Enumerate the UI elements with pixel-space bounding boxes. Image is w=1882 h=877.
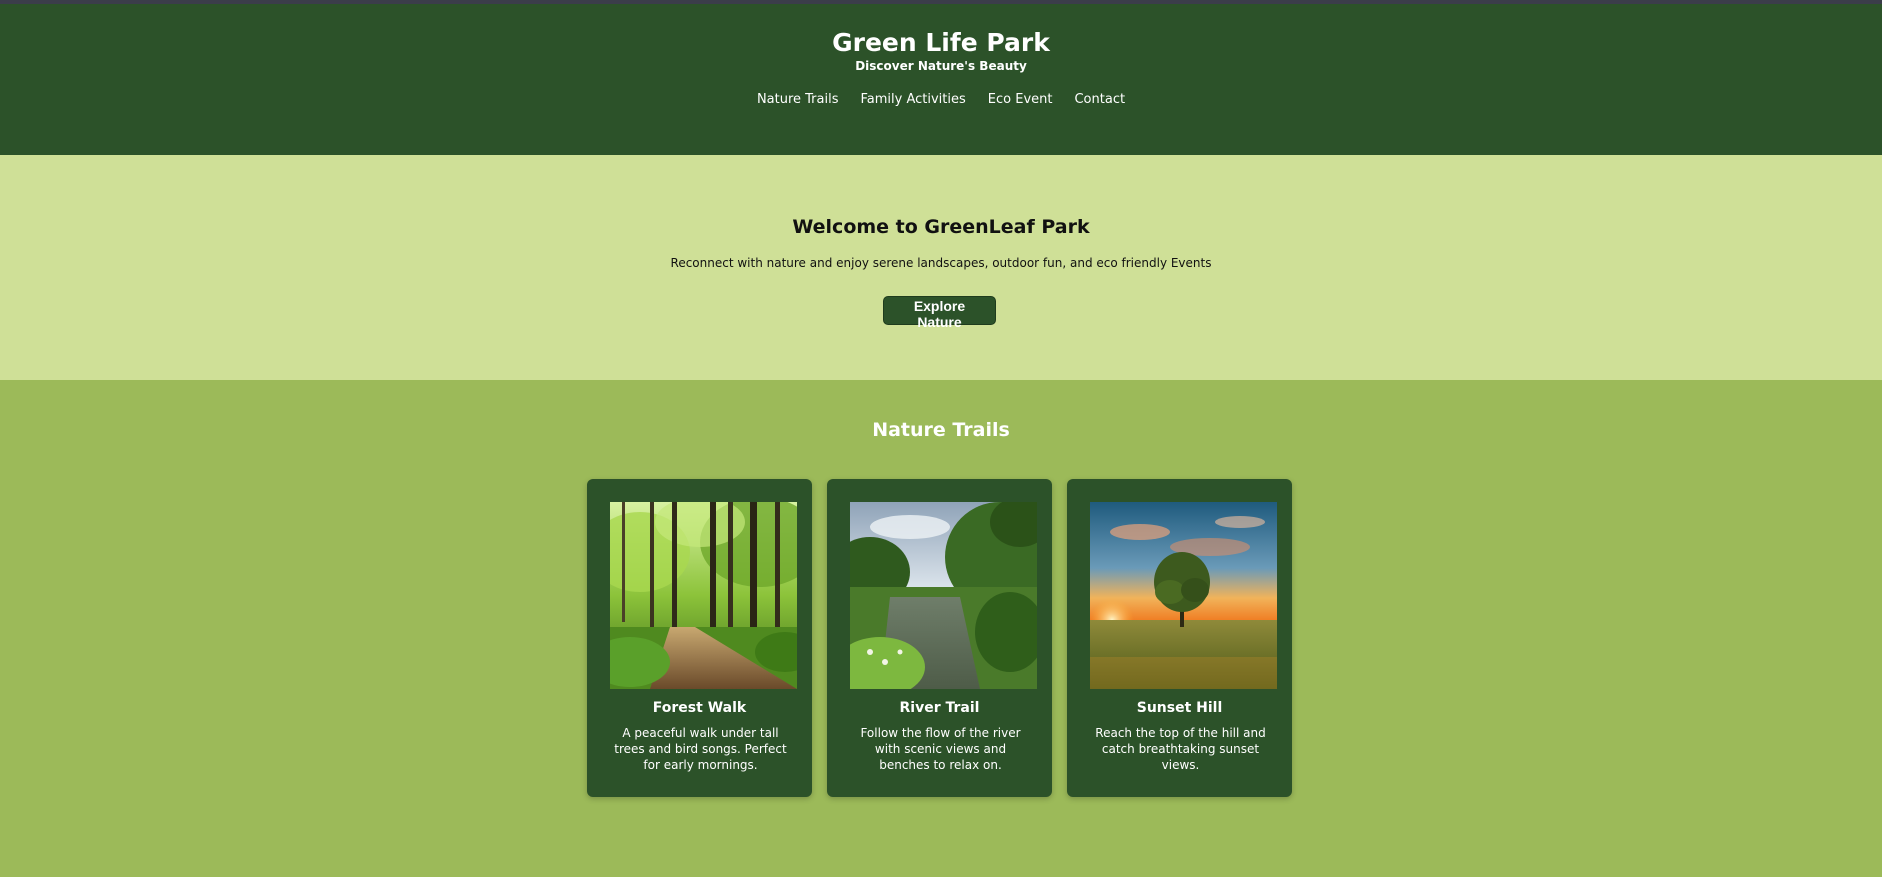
hero-text: Reconnect with nature and enjoy serene l… [670,256,1212,270]
card-title: Forest Walk [652,700,747,716]
trail-card-river-trail: River Trail Follow the flow of the river… [827,479,1052,797]
card-text: Follow the flow of the river with scenic… [860,726,1021,772]
site-title: Green Life Park [832,28,1050,57]
hero-section: Welcome to GreenLeaf Park Reconnect with… [0,155,1882,380]
nature-trails-section: Nature Trails Forest Walk A peaceful wal… [0,380,1882,877]
site-subtitle: Discover Nature's Beauty [855,59,1027,73]
trail-card-sunset-hill: Sunset Hill Reach the top of the hill an… [1067,479,1292,797]
site-header: Green Life Park Discover Nature's Beauty… [0,4,1882,155]
sunset-tree-photo [1090,502,1277,689]
hero-title: Welcome to GreenLeaf Park [792,216,1090,238]
explore-nature-button[interactable]: Explore Nature [883,296,996,330]
nav-link-nature-trails[interactable]: Nature Trails [757,92,839,108]
card-title: River Trail [899,700,980,716]
trail-card-forest-walk: Forest Walk A peaceful walk under tall t… [587,479,812,797]
river-photo [850,502,1037,689]
trails-title: Nature Trails [872,419,1010,441]
card-text: Reach the top of the hill and catch brea… [1095,726,1266,772]
nav-link-family-activities[interactable]: Family Activities [861,92,966,108]
nav-link-eco-event[interactable]: Eco Event [988,92,1053,108]
nav-link-contact[interactable]: Contact [1074,92,1125,108]
forest-path-photo [610,502,797,689]
main-nav: Nature Trails Family Activities Eco Even… [0,92,1882,108]
card-title: Sunset Hill [1136,700,1223,716]
card-text: A peaceful walk under tall trees and bir… [614,726,787,772]
